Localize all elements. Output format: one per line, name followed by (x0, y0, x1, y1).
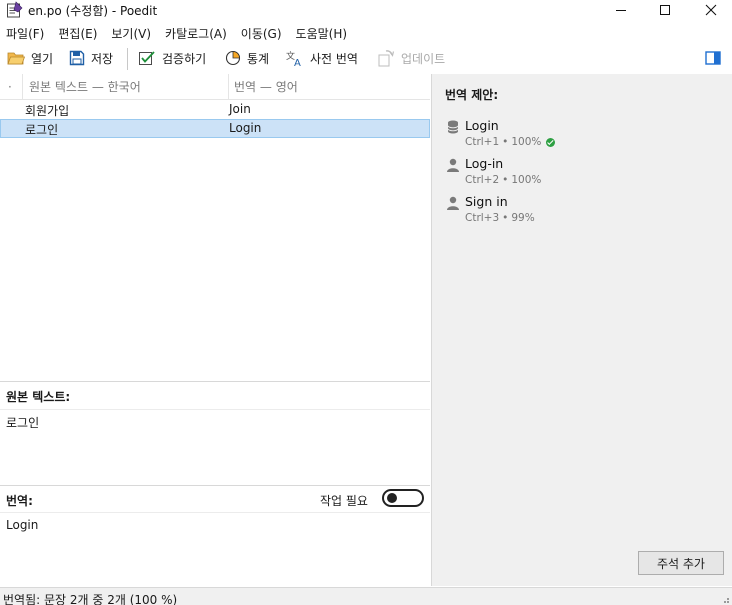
menu-help[interactable]: 도움말(H) (296, 25, 348, 42)
table-row-selected[interactable]: 로그인 Login (0, 119, 430, 138)
pretranslate-label: 사전 번역 (310, 51, 358, 66)
update-label: 업데이트 (401, 51, 446, 66)
row-source: 로그인 (25, 123, 59, 137)
toggle-sidebar-button[interactable] (705, 48, 721, 68)
resize-grip-icon[interactable] (720, 594, 730, 604)
window-title: en.po (수정함) - Poedit (28, 4, 158, 18)
pretranslate-button[interactable]: 文 A 사전 번역 (286, 48, 358, 68)
suggestion-score: 100% (511, 136, 542, 148)
menu-edit[interactable]: 편집(E) (58, 25, 97, 42)
maximize-button[interactable] (642, 0, 688, 20)
verified-check-icon (546, 137, 556, 147)
suggestion-meta: Ctrl+1 • 100% (465, 136, 556, 148)
bullet: • (502, 212, 509, 224)
divider (0, 485, 430, 486)
stats-button[interactable]: 통계 (225, 48, 269, 68)
divider (0, 381, 430, 382)
menu-file[interactable]: 파일(F) (6, 25, 44, 42)
suggestions-sidebar: 번역 제안: Login Ctrl+1 • 100% Log-in Ctrl+2… (431, 74, 732, 586)
close-button[interactable] (688, 0, 732, 20)
needs-work-toggle[interactable] (382, 489, 424, 507)
minimize-button[interactable] (598, 0, 644, 20)
maximize-icon (660, 5, 670, 15)
suggestion-meta: Ctrl+3 • 99% (465, 212, 535, 224)
update-icon (378, 49, 395, 66)
header-dot: · (8, 80, 12, 94)
stats-label: 통계 (247, 51, 270, 66)
table-row[interactable]: 회원가입 Join (0, 100, 430, 119)
minimize-icon (616, 10, 626, 11)
toggle-knob (387, 493, 397, 503)
list-header: · 원본 텍스트 — 한국어 번역 — 영어 (0, 74, 430, 100)
poedit-app-icon (7, 1, 23, 18)
menu-view[interactable]: 보기(V) (111, 25, 151, 42)
bullet: • (502, 136, 509, 148)
suggestion-shortcut: Ctrl+2 (465, 174, 500, 186)
suggestion-item[interactable]: Log-in Ctrl+2 • 100% (446, 156, 716, 192)
suggestion-item[interactable]: Login Ctrl+1 • 100% (446, 118, 716, 154)
suggestions-title: 번역 제안: (445, 88, 499, 102)
translate-icon: 文 A (286, 50, 301, 67)
suggestion-score: 100% (511, 174, 542, 186)
row-translation: Join (229, 102, 251, 116)
translation-input[interactable]: Login (6, 518, 38, 532)
row-translation: Login (229, 121, 262, 135)
row-source: 회원가입 (25, 104, 70, 118)
menu-bar: 파일(F) 편집(E) 보기(V) 카탈로그(A) 이동(G) 도움말(H) (0, 22, 732, 44)
source-text-label: 원본 텍스트: (6, 390, 71, 404)
add-comment-button[interactable]: 주석 추가 (638, 551, 724, 575)
sidebar-icon (705, 51, 721, 65)
suggestion-text: Login (465, 118, 499, 133)
column-source-header[interactable]: 원본 텍스트 — 한국어 (22, 74, 228, 100)
title-bar: en.po (수정함) - Poedit (0, 0, 732, 20)
open-label: 열기 (31, 51, 54, 66)
pie-chart-icon (225, 50, 241, 66)
svg-text:A: A (294, 58, 301, 67)
suggestion-shortcut: Ctrl+3 (465, 212, 500, 224)
suggestion-score: 99% (511, 212, 535, 224)
save-label: 저장 (91, 51, 114, 66)
status-text: 번역됨: 문장 2개 중 2개 (100 %) (3, 593, 178, 605)
needs-work-label: 작업 필요 (320, 494, 368, 508)
floppy-disk-icon (69, 50, 85, 66)
checkbox-check-icon (139, 51, 155, 65)
column-translation-header[interactable]: 번역 — 영어 (228, 74, 298, 100)
status-bar: 번역됨: 문장 2개 중 2개 (100 %) (0, 587, 732, 605)
open-button[interactable]: 열기 (7, 48, 53, 68)
bullet: • (502, 174, 509, 186)
divider (0, 512, 430, 513)
close-icon (705, 4, 717, 16)
suggestion-item[interactable]: Sign in Ctrl+3 • 99% (446, 194, 716, 230)
source-text-display: 로그인 (6, 416, 40, 430)
database-icon (447, 120, 459, 134)
suggestion-shortcut: Ctrl+1 (465, 136, 500, 148)
person-icon (447, 196, 459, 210)
suggestion-text: Sign in (465, 194, 508, 209)
translation-label: 번역: (6, 494, 33, 508)
menu-go[interactable]: 이동(G) (241, 25, 282, 42)
validate-button[interactable]: 검증하기 (138, 48, 206, 68)
save-button[interactable]: 저장 (69, 48, 113, 68)
editor-pane: · 원본 텍스트 — 한국어 번역 — 영어 회원가입 Join 로그인 Log… (0, 74, 430, 586)
toolbar-separator (127, 48, 128, 70)
divider (0, 409, 430, 410)
person-icon (447, 158, 459, 172)
menu-catalog[interactable]: 카탈로그(A) (165, 25, 227, 42)
validate-label: 검증하기 (162, 51, 207, 66)
update-button[interactable]: 업데이트 (377, 48, 445, 68)
suggestion-text: Log-in (465, 156, 504, 171)
suggestion-meta: Ctrl+2 • 100% (465, 174, 541, 186)
folder-icon (7, 52, 25, 65)
toolbar: 열기 저장 검증하기 통계 文 A 사전 번역 업데이트 (0, 44, 732, 72)
